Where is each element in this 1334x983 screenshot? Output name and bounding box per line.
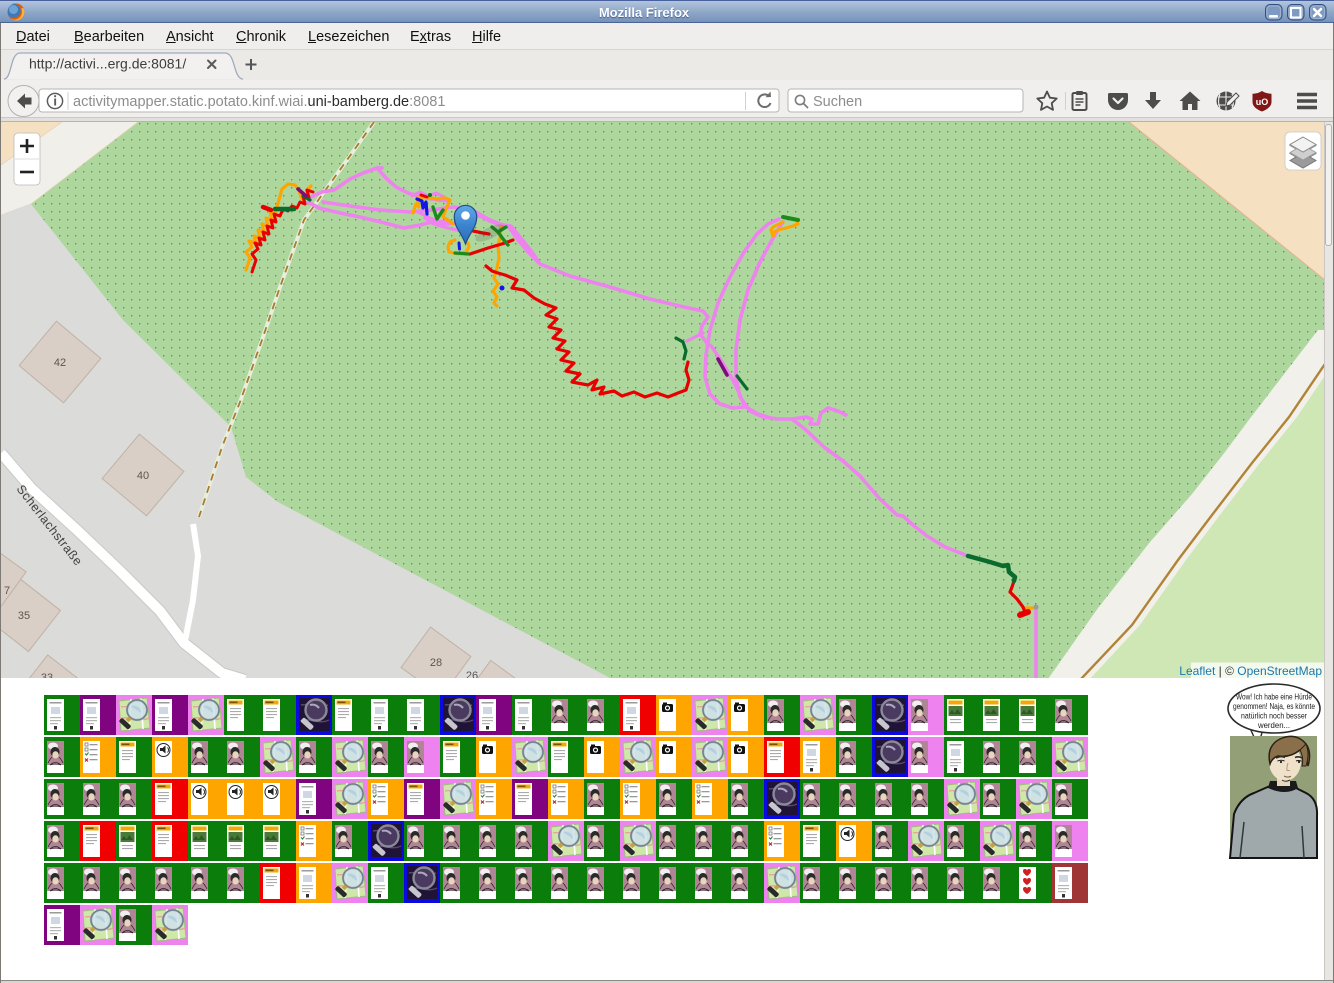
svg-text:genommen! Naja, es könnte: genommen! Naja, es könnte xyxy=(1233,702,1315,711)
svg-text:werden...: werden... xyxy=(1257,721,1290,730)
svg-text:Suchen: Suchen xyxy=(813,94,862,110)
svg-text:Mozilla Firefox: Mozilla Firefox xyxy=(599,5,690,20)
svg-text:33: 33 xyxy=(41,672,53,678)
svg-text:Wow! Ich habe eine Hürde: Wow! Ich habe eine Hürde xyxy=(1236,693,1312,702)
svg-text:activitymapper.static.potato.k: activitymapper.static.potato.kinf.wiai.u… xyxy=(73,94,445,110)
svg-text:natürlich noch besser: natürlich noch besser xyxy=(1241,712,1307,721)
svg-text:http://activi...erg.de:8081/: http://activi...erg.de:8081/ xyxy=(29,56,186,72)
svg-text:35: 35 xyxy=(18,610,30,622)
svg-text:28: 28 xyxy=(430,657,442,669)
svg-text:uO: uO xyxy=(1256,97,1269,107)
svg-text:7: 7 xyxy=(4,585,10,597)
svg-text:Leaflet | © OpenStreetMap: Leaflet | © OpenStreetMap xyxy=(1179,664,1322,678)
svg-text:26: 26 xyxy=(466,670,478,678)
svg-text:40: 40 xyxy=(137,470,149,482)
svg-text:42: 42 xyxy=(54,357,66,369)
